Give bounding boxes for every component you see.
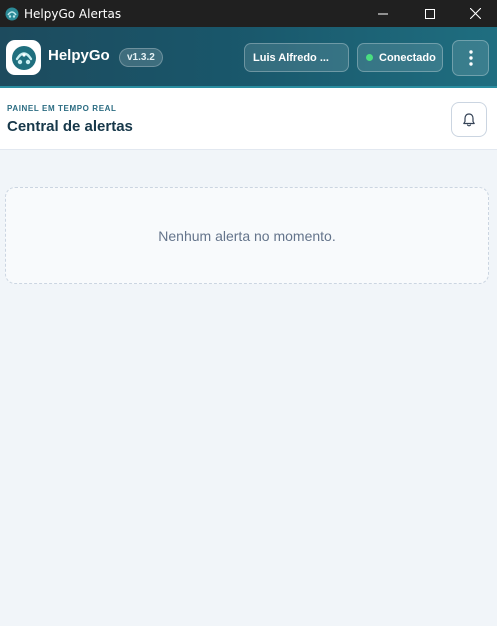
app-header: HelpyGo v1.3.2 Luis Alfredo ... Conectad… xyxy=(0,27,497,88)
user-name: Luis Alfredo ... xyxy=(253,51,329,64)
alerts-empty-state: Nenhum alerta no momento. xyxy=(5,187,489,284)
panel-header: PAINEL EM TEMPO REAL Central de alertas xyxy=(0,88,497,150)
more-menu-button[interactable] xyxy=(452,40,489,76)
kebab-menu-icon xyxy=(468,50,473,66)
maximize-icon xyxy=(425,8,435,19)
notifications-button[interactable] xyxy=(451,102,487,137)
close-icon xyxy=(469,8,481,19)
empty-message: Nenhum alerta no momento. xyxy=(158,227,336,244)
user-button[interactable]: Luis Alfredo ... xyxy=(244,43,349,72)
app-logo-icon xyxy=(4,6,20,22)
page-title: Central de alertas xyxy=(7,118,133,135)
minimize-icon xyxy=(378,13,388,14)
window-title: HelpyGo Alertas xyxy=(24,6,122,21)
helpygo-logo-icon xyxy=(11,45,36,70)
status-dot-icon xyxy=(366,54,373,61)
status-label: Conectado xyxy=(379,51,436,64)
close-button[interactable] xyxy=(452,0,497,27)
maximize-button[interactable] xyxy=(407,0,453,27)
brand-logo xyxy=(6,40,41,75)
minimize-button[interactable] xyxy=(360,0,406,27)
version-badge: v1.3.2 xyxy=(119,48,163,67)
window-titlebar: HelpyGo Alertas xyxy=(0,0,497,27)
panel-eyebrow: PAINEL EM TEMPO REAL xyxy=(7,104,117,113)
connection-status[interactable]: Conectado xyxy=(357,43,443,72)
brand-name: HelpyGo xyxy=(48,47,110,64)
bell-icon xyxy=(463,112,475,126)
